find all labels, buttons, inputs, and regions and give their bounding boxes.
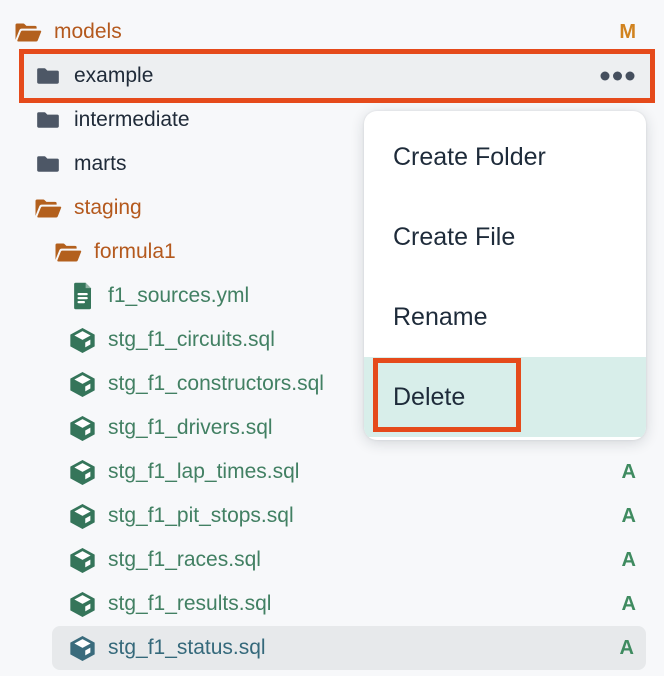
yml-file-icon	[66, 281, 98, 311]
tree-item-label: f1_sources.yml	[108, 284, 249, 308]
model-cube-icon	[66, 458, 98, 487]
folder-open-icon	[32, 196, 64, 221]
status-badge: A	[620, 637, 634, 660]
status-badge: A	[622, 549, 636, 572]
model-cube-icon	[66, 414, 98, 443]
menu-item-create-folder[interactable]: Create Folder	[364, 117, 646, 197]
folder-icon	[32, 153, 64, 175]
menu-item-delete[interactable]: Delete	[364, 357, 646, 437]
tree-item-label: stg_f1_circuits.sql	[108, 328, 275, 352]
menu-item-label: Create Folder	[393, 143, 546, 172]
tree-item-label: example	[74, 64, 153, 88]
model-cube-icon	[66, 502, 98, 531]
tree-item-label: stg_f1_drivers.sql	[108, 416, 273, 440]
tree-item-label: stg_f1_lap_times.sql	[108, 460, 299, 484]
tree-item-stg-f1-status-sql[interactable]: stg_f1_status.sql A	[52, 626, 646, 670]
tree-item-label: stg_f1_races.sql	[108, 548, 261, 572]
menu-item-create-file[interactable]: Create File	[364, 197, 646, 277]
tree-item-stg-f1-lap-times-sql[interactable]: stg_f1_lap_times.sql A	[0, 450, 664, 494]
menu-item-label: Rename	[393, 303, 488, 332]
model-cube-icon	[66, 326, 98, 355]
tree-item-models[interactable]: models M	[0, 10, 664, 54]
tree-item-example[interactable]: example	[24, 54, 650, 98]
model-cube-icon	[66, 590, 98, 619]
status-badge: A	[622, 461, 636, 484]
menu-item-rename[interactable]: Rename	[364, 277, 646, 357]
tree-item-label: models	[54, 20, 122, 44]
tree-item-label: stg_f1_pit_stops.sql	[108, 504, 294, 528]
status-badge: M	[619, 21, 636, 44]
tree-item-label: intermediate	[74, 108, 190, 132]
tree-item-stg-f1-pit-stops-sql[interactable]: stg_f1_pit_stops.sql A	[0, 494, 664, 538]
folder-icon	[32, 65, 64, 87]
menu-item-label: Create File	[393, 223, 515, 252]
folder-icon	[32, 109, 64, 131]
folder-open-icon	[12, 20, 44, 45]
model-cube-icon	[66, 634, 98, 663]
file-explorer: models M example intermediate marts stag…	[0, 0, 664, 676]
tree-item-stg-f1-races-sql[interactable]: stg_f1_races.sql A	[0, 538, 664, 582]
tree-item-label: stg_f1_status.sql	[108, 636, 266, 660]
model-cube-icon	[66, 370, 98, 399]
tree-item-label: formula1	[94, 240, 176, 264]
tree-item-stg-f1-results-sql[interactable]: stg_f1_results.sql A	[0, 582, 664, 626]
status-badge: A	[622, 593, 636, 616]
context-menu: Create Folder Create File Rename Delete	[364, 111, 646, 440]
tree-item-label: stg_f1_constructors.sql	[108, 372, 324, 396]
ellipsis-icon[interactable]	[600, 71, 640, 81]
model-cube-icon	[66, 546, 98, 575]
tree-item-label: stg_f1_results.sql	[108, 592, 271, 616]
tree-item-label: marts	[74, 152, 127, 176]
folder-open-icon	[52, 240, 84, 265]
tree-item-label: staging	[74, 196, 142, 220]
menu-item-label: Delete	[393, 383, 465, 412]
status-badge: A	[622, 505, 636, 528]
